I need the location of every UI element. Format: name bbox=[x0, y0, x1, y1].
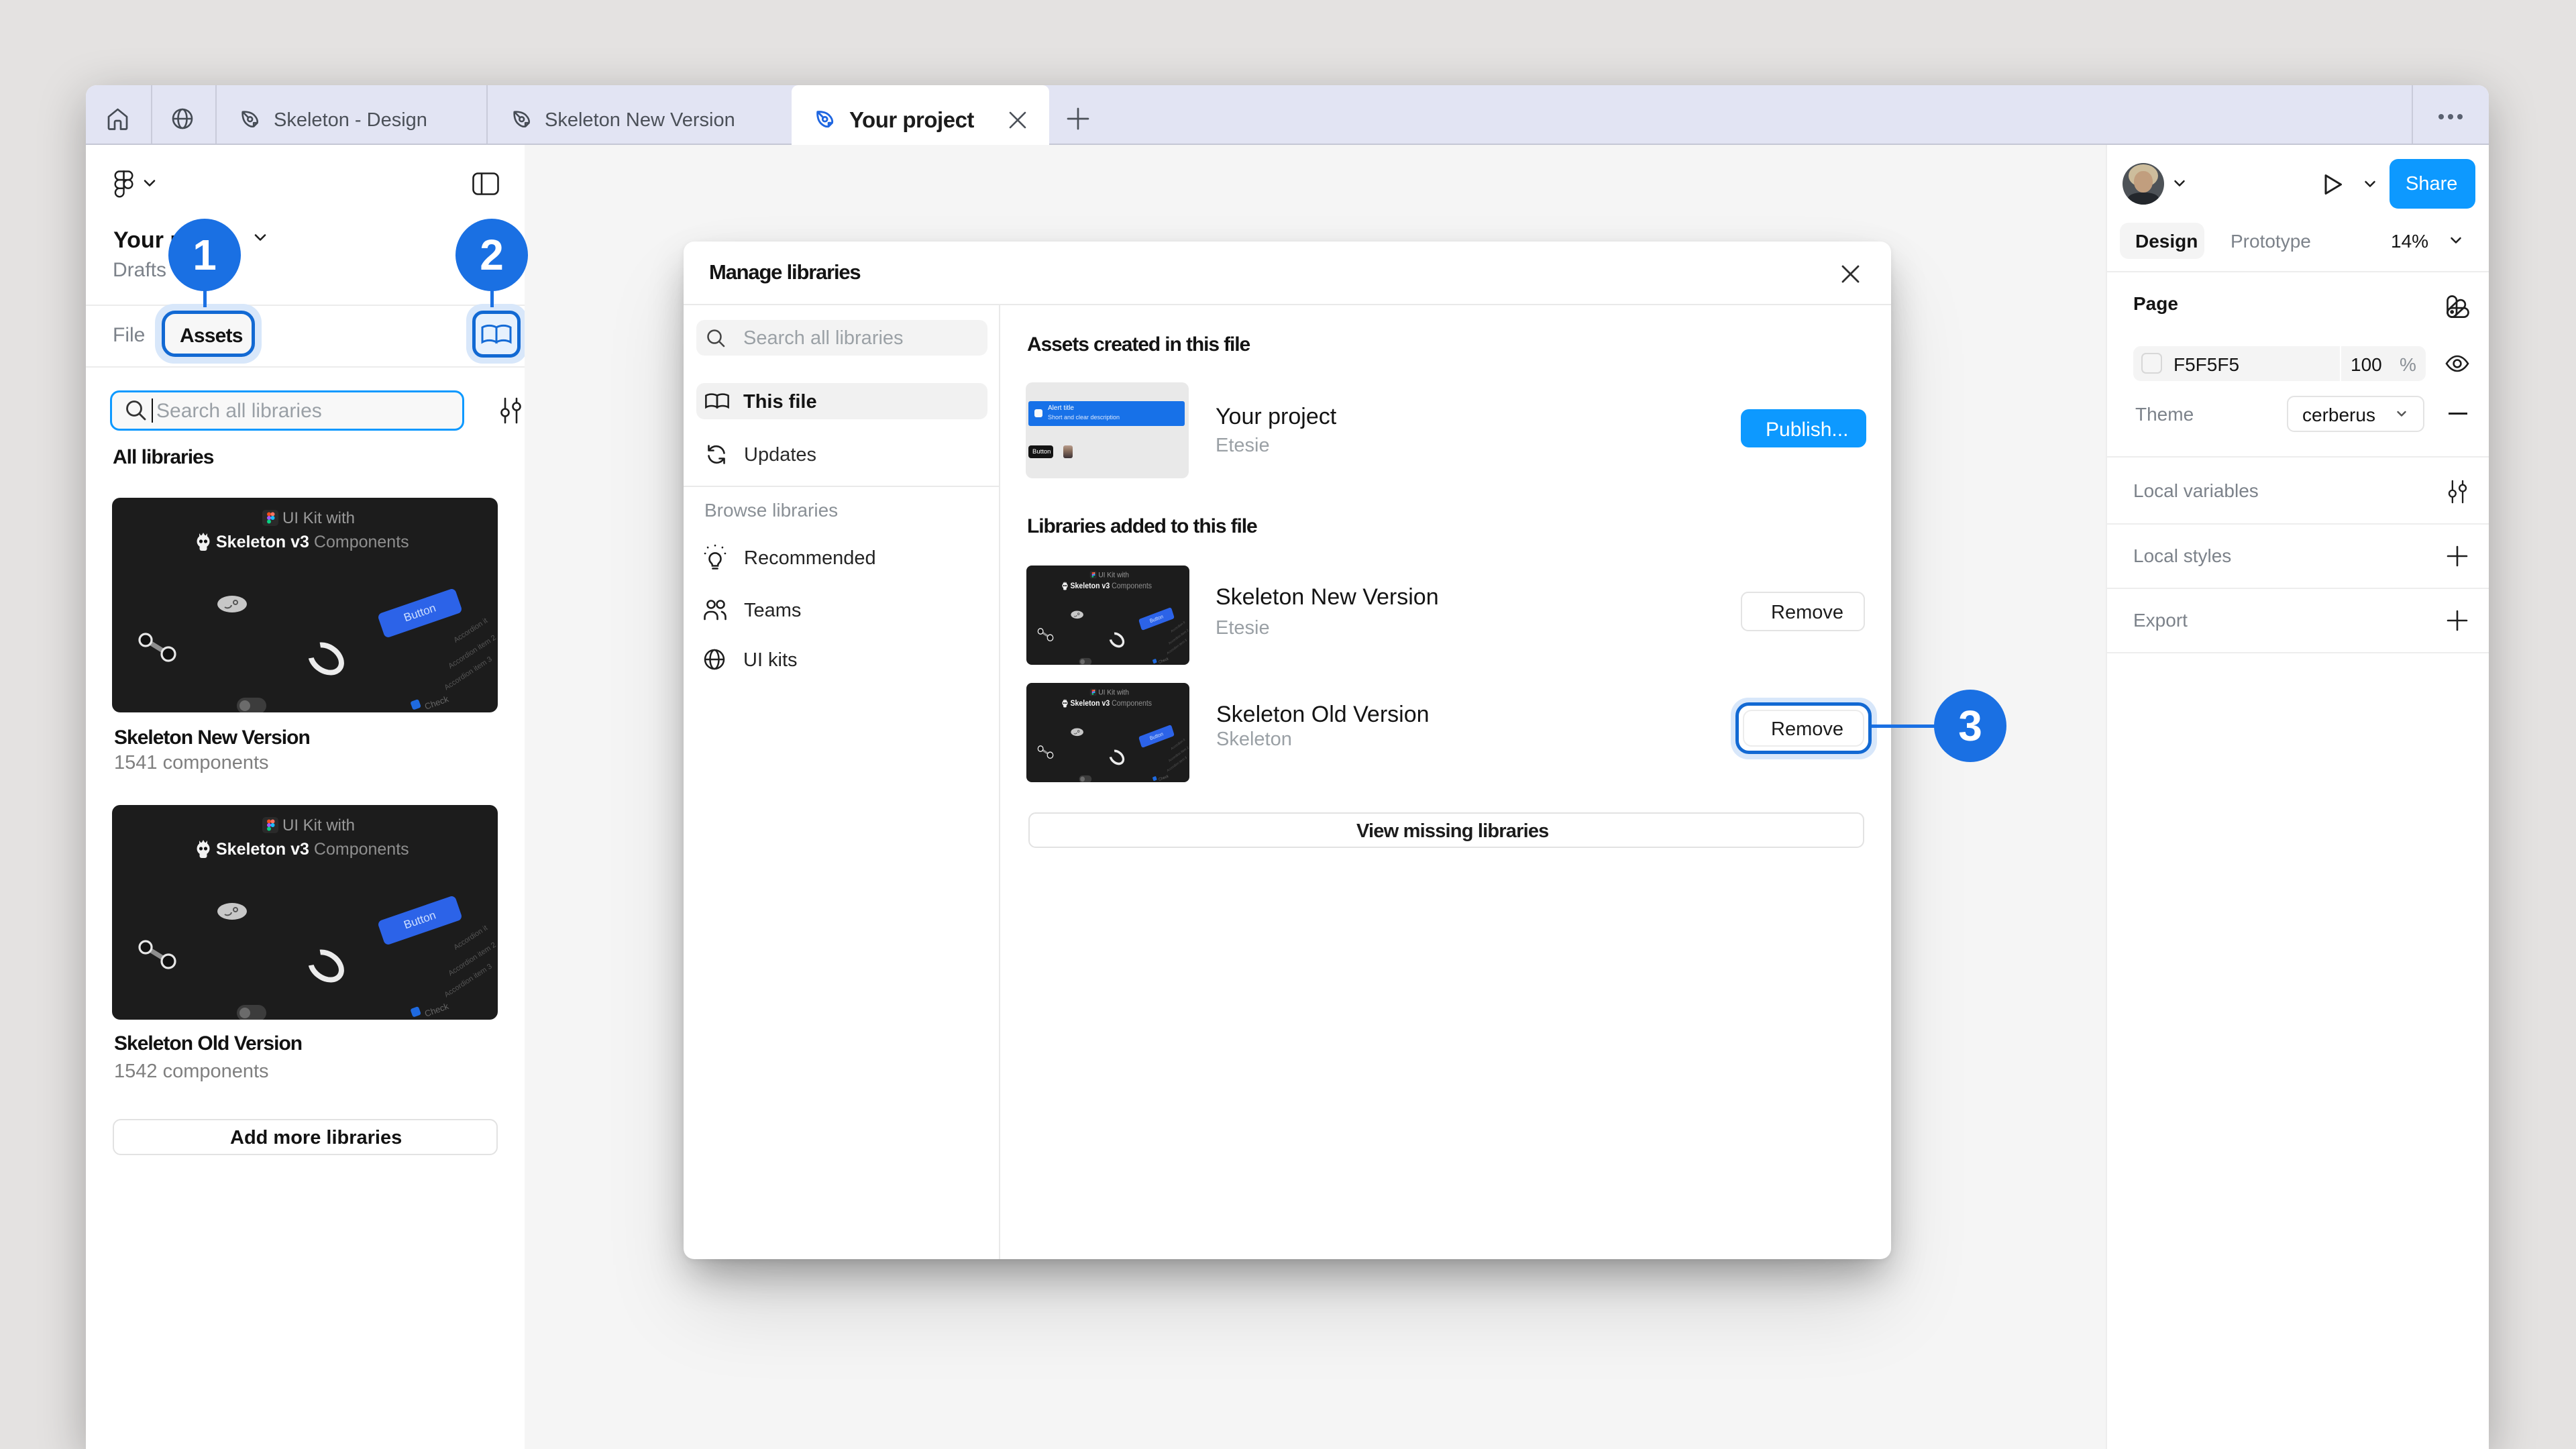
svg-text:Check: Check bbox=[1158, 657, 1169, 665]
svg-text:Check: Check bbox=[423, 1001, 450, 1019]
svg-text:Check: Check bbox=[1158, 774, 1169, 782]
svg-text:Check: Check bbox=[423, 694, 450, 712]
